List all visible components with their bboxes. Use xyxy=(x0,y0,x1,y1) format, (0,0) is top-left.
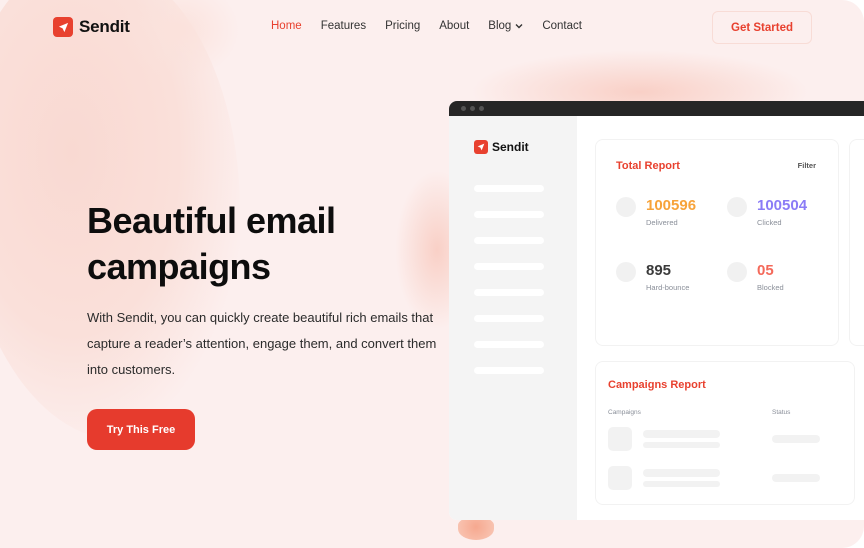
logo[interactable]: Sendit xyxy=(53,17,130,37)
hero-description: With Sendit, you can quickly create beau… xyxy=(87,310,437,377)
try-free-button[interactable]: Try This Free xyxy=(87,409,195,450)
window-dot-icon xyxy=(479,106,484,111)
campaign-subtitle-placeholder xyxy=(643,442,720,448)
stat-value: 05 xyxy=(757,262,774,279)
mockup-logo: Sendit xyxy=(474,140,529,154)
paper-plane-icon xyxy=(474,140,488,154)
hero-title: Beautiful email campaigns xyxy=(87,198,447,290)
stat-value: 100504 xyxy=(757,197,808,214)
stat-icon xyxy=(727,262,747,282)
total-report-card: Total Report Filter 100596 Delivered 100… xyxy=(595,139,839,346)
stat-delivered: 100596 Delivered xyxy=(616,197,696,227)
stat-label: Blocked xyxy=(757,283,784,292)
landing-page: Sendit Home Features Pricing About Blog … xyxy=(0,0,864,548)
mockup-logo-text: Sendit xyxy=(492,140,529,154)
decorative-blob xyxy=(458,518,494,540)
column-header-status: Status xyxy=(772,409,791,416)
campaign-status-placeholder xyxy=(772,435,820,443)
sidebar-placeholder xyxy=(474,185,544,192)
stat-icon xyxy=(616,262,636,282)
stat-label: Clicked xyxy=(757,218,782,227)
campaigns-report-title: Campaigns Report xyxy=(608,379,706,391)
nav-features[interactable]: Features xyxy=(321,20,366,32)
nav-pricing[interactable]: Pricing xyxy=(385,20,420,32)
stat-blocked: 05 Blocked xyxy=(727,262,784,292)
nav-blog[interactable]: Blog xyxy=(488,20,523,32)
sidebar-placeholder xyxy=(474,289,544,296)
total-report-title: Total Report xyxy=(616,160,680,172)
mockup-sidebar: Sendit xyxy=(449,116,577,520)
stat-icon xyxy=(616,197,636,217)
sidebar-placeholder xyxy=(474,341,544,348)
nav-contact[interactable]: Contact xyxy=(542,20,582,32)
mockup-main: Total Report Filter 100596 Delivered 100… xyxy=(577,116,864,520)
watercolor-wash xyxy=(120,0,240,80)
sidebar-placeholder xyxy=(474,367,544,374)
hero-title-line2: campaigns xyxy=(87,246,271,287)
stat-label: Delivered xyxy=(646,218,678,227)
get-started-button[interactable]: Get Started xyxy=(712,11,812,44)
sidebar-placeholder xyxy=(474,237,544,244)
paper-plane-icon xyxy=(53,17,73,37)
stat-value: 895 xyxy=(646,262,672,279)
nav-about[interactable]: About xyxy=(439,20,469,32)
stat-hard-bounce: 895 Hard-bounce xyxy=(616,262,689,292)
stat-label: Hard-bounce xyxy=(646,283,690,292)
window-dot-icon xyxy=(461,106,466,111)
campaign-title-placeholder xyxy=(643,469,720,477)
sidebar-placeholder xyxy=(474,315,544,322)
window-dot-icon xyxy=(470,106,475,111)
hero-title-line1: Beautiful email xyxy=(87,200,336,241)
side-card xyxy=(849,139,864,346)
campaigns-report-card: Campaigns Report Campaigns Status xyxy=(595,361,855,505)
campaign-subtitle-placeholder xyxy=(643,481,720,487)
nav-home[interactable]: Home xyxy=(271,20,302,32)
main-nav: Home Features Pricing About Blog Contact xyxy=(271,20,601,32)
sidebar-placeholder xyxy=(474,211,544,218)
campaign-status-placeholder xyxy=(772,474,820,482)
filter-button[interactable]: Filter xyxy=(798,161,816,170)
stat-icon xyxy=(727,197,747,217)
sidebar-placeholder xyxy=(474,263,544,270)
campaign-title-placeholder xyxy=(643,430,720,438)
nav-blog-label: Blog xyxy=(488,20,512,32)
column-header-campaigns: Campaigns xyxy=(608,409,641,416)
chevron-down-icon xyxy=(515,24,523,29)
window-titlebar xyxy=(449,101,864,116)
dashboard-mockup: Sendit Total Report Filter 100596 Delive xyxy=(449,101,864,520)
stat-clicked: 100504 Clicked xyxy=(727,197,807,227)
stat-value: 100596 xyxy=(646,197,697,214)
logo-text: Sendit xyxy=(79,17,130,36)
campaign-thumbnail-placeholder xyxy=(608,466,632,490)
campaign-thumbnail-placeholder xyxy=(608,427,632,451)
